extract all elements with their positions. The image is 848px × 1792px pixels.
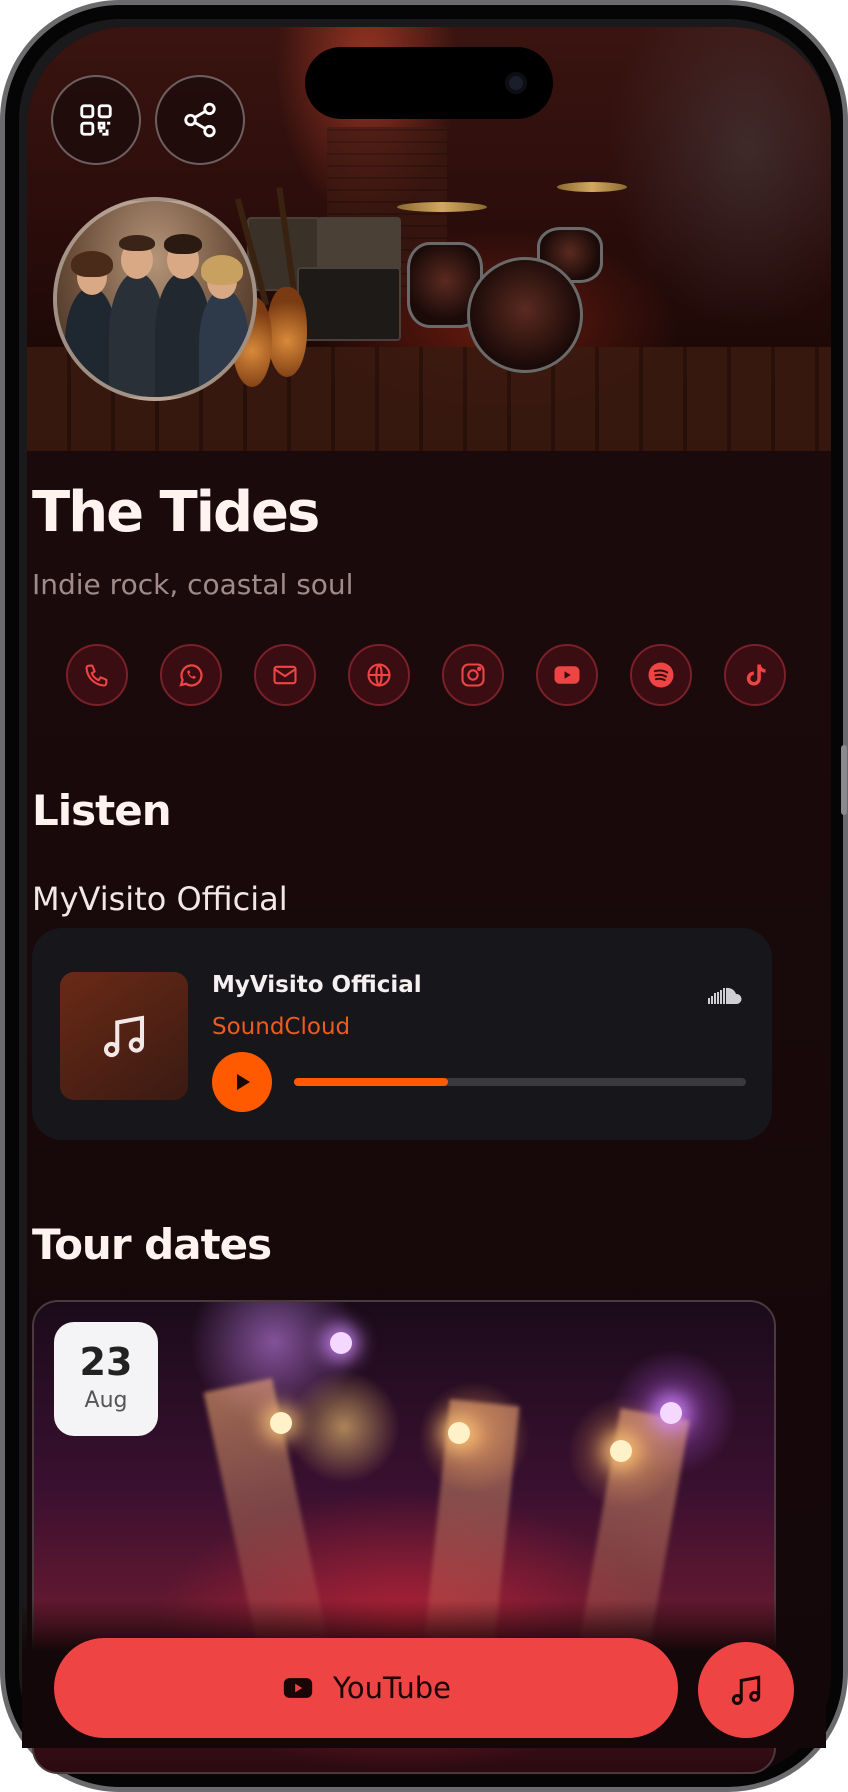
stage-light [270, 1412, 292, 1434]
mail-icon [273, 665, 297, 685]
band-member-hair [201, 255, 243, 285]
artist-tagline: Indie rock, coastal soul [32, 568, 354, 601]
audio-player-card: MyVisito Official SoundCloud [32, 928, 772, 1140]
share-button[interactable] [155, 75, 245, 165]
playback-progress-fill [294, 1078, 448, 1086]
play-icon [237, 1074, 250, 1090]
tour-date-month: Aug [84, 1388, 128, 1413]
tiktok-icon [746, 664, 766, 686]
whatsapp-icon [179, 664, 203, 687]
youtube-link[interactable] [536, 644, 598, 706]
tour-dates-heading: Tour dates [32, 1220, 272, 1269]
band-member-hair [164, 234, 202, 254]
stage-light [448, 1422, 470, 1444]
music-note-icon [731, 1675, 761, 1705]
track-cover [60, 972, 188, 1100]
side-button [841, 745, 847, 815]
phone-icon [85, 664, 108, 687]
band-member [199, 289, 249, 397]
youtube-icon [554, 666, 580, 684]
tour-date-badge: 23 Aug [54, 1322, 158, 1436]
instagram-link[interactable] [442, 644, 504, 706]
track-title: MyVisito Official [212, 972, 422, 998]
band-member-hair [119, 235, 155, 251]
playlist-name: MyVisito Official [32, 880, 288, 918]
dynamic-island [305, 47, 553, 119]
globe-icon [367, 663, 391, 687]
amplifier [297, 267, 401, 341]
amplifier [317, 217, 401, 271]
bass-drum [467, 257, 583, 373]
listen-heading: Listen [32, 786, 172, 835]
band-avatar [53, 197, 257, 401]
instagram-icon [461, 663, 485, 687]
tiktok-link[interactable] [724, 644, 786, 706]
stage-light [330, 1332, 352, 1354]
qr-code-button[interactable] [51, 75, 141, 165]
play-button[interactable] [212, 1052, 272, 1112]
soundcloud-icon [708, 987, 742, 1004]
spotify-link[interactable] [630, 644, 692, 706]
playback-progress-bar[interactable] [294, 1078, 746, 1086]
artist-name: The Tides [32, 480, 320, 545]
phone-link[interactable] [66, 644, 128, 706]
guitar [267, 287, 307, 377]
camera-dot [505, 72, 527, 94]
youtube-cta-button[interactable]: YouTube [54, 1638, 678, 1738]
stage-light [660, 1402, 682, 1424]
spotify-icon [648, 662, 674, 688]
music-note-icon [103, 1015, 145, 1058]
music-fab-button[interactable] [698, 1642, 794, 1738]
share-icon [184, 102, 216, 138]
website-link[interactable] [348, 644, 410, 706]
email-link[interactable] [254, 644, 316, 706]
track-source[interactable]: SoundCloud [212, 1014, 350, 1040]
stage-light [610, 1440, 632, 1462]
whatsapp-link[interactable] [160, 644, 222, 706]
cymbal [397, 202, 487, 212]
youtube-cta-label: YouTube [333, 1671, 451, 1705]
youtube-icon [283, 1678, 313, 1698]
qr-code-icon [80, 104, 112, 136]
cymbal [557, 182, 627, 192]
band-member-hair [71, 251, 113, 277]
tour-date-day: 23 [79, 1340, 133, 1384]
